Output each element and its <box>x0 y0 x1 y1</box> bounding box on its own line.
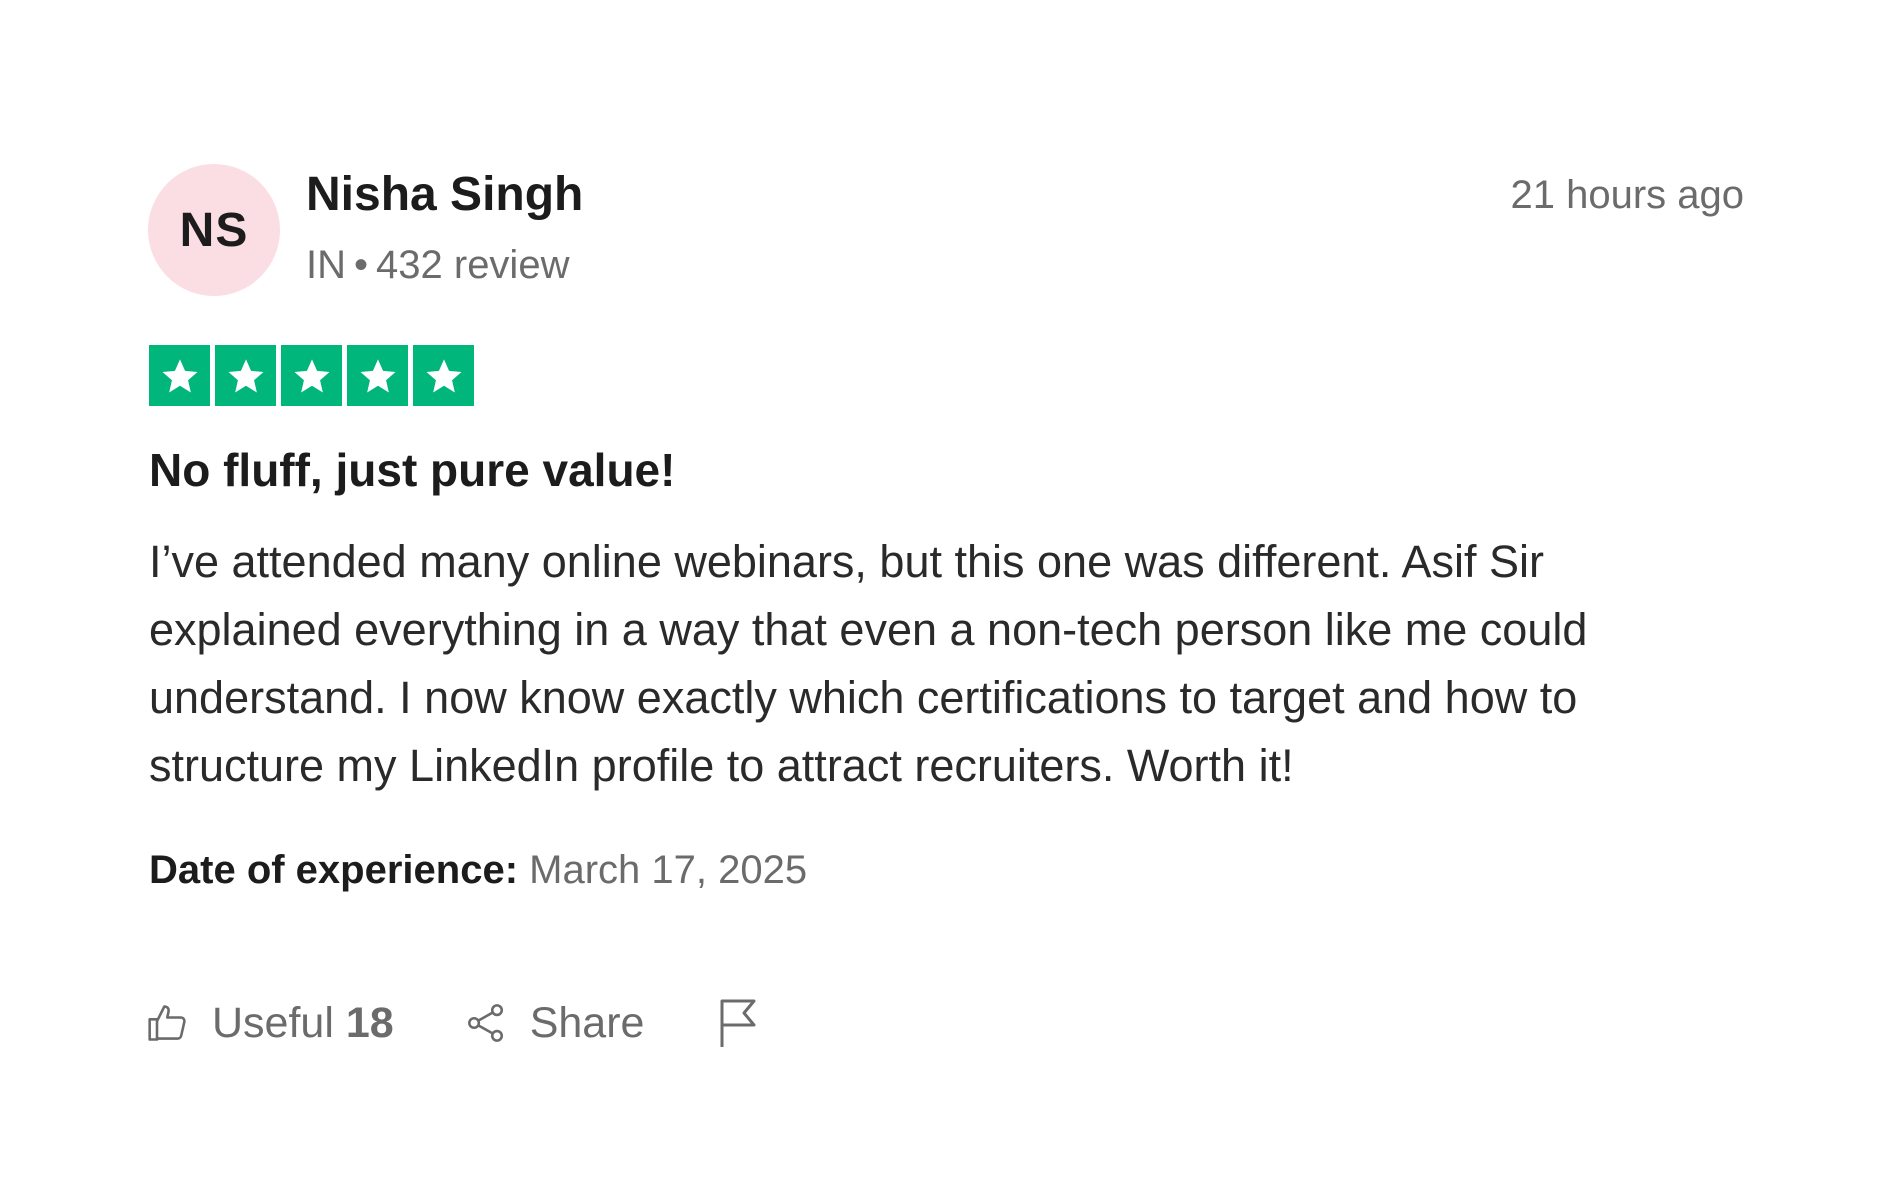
avatar[interactable]: NS <box>148 164 280 296</box>
share-label: Share <box>529 998 645 1047</box>
reviewer-country: IN <box>306 243 346 287</box>
reviewer-meta: IN • 432 review <box>306 240 569 290</box>
star-icon <box>215 345 276 406</box>
useful-button[interactable]: Useful 18 <box>146 999 394 1048</box>
star-icon <box>347 345 408 406</box>
reviewer-name[interactable]: Nisha Singh <box>306 166 583 224</box>
review-time: 21 hours ago <box>1510 173 1744 217</box>
date-label: Date of experience: <box>149 848 519 892</box>
review-body: I’ve attended many online webinars, but … <box>149 536 1588 791</box>
date-value: March 17, 2025 <box>529 848 808 892</box>
star-icon <box>149 345 210 406</box>
reviewer-review-count: 432 review <box>376 243 570 287</box>
share-icon <box>464 1001 508 1045</box>
review-title[interactable]: No fluff, just pure value! <box>149 442 675 498</box>
star-icon <box>413 345 474 406</box>
flag-icon <box>716 997 760 1049</box>
report-button[interactable] <box>716 997 760 1049</box>
meta-separator: • <box>354 243 369 287</box>
star-rating <box>149 345 474 406</box>
useful-count: 18 <box>345 998 394 1047</box>
thumbs-up-icon <box>146 1001 190 1045</box>
star-icon <box>281 345 342 406</box>
avatar-initials: NS <box>179 203 249 257</box>
date-of-experience: Date of experience: March 17, 2025 <box>149 845 807 895</box>
review-card: NS Nisha Singh IN • 432 review 21 hours ag… <box>0 0 1880 1200</box>
share-button[interactable]: Share <box>464 998 645 1048</box>
review-actions: Useful 18 Share <box>146 996 760 1050</box>
useful-label: Useful <box>212 998 334 1047</box>
